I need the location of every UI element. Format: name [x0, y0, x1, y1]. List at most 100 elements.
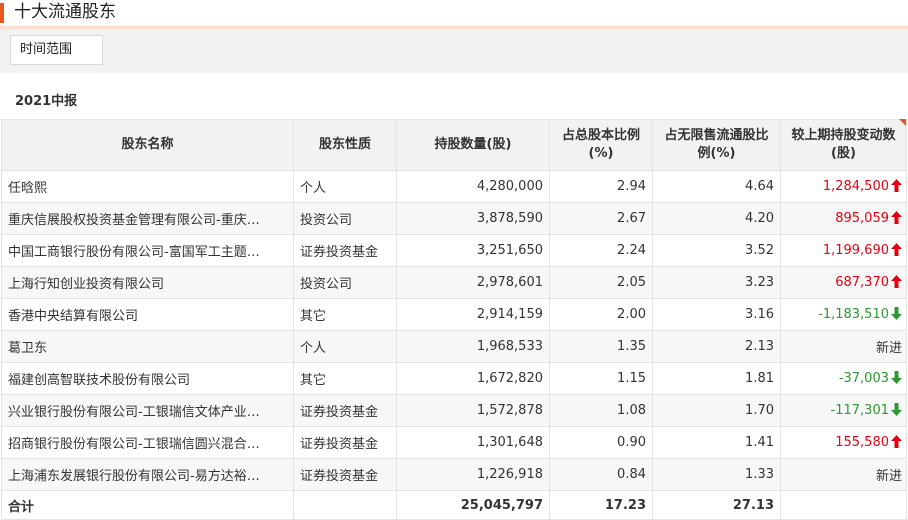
time-range-button[interactable]: 时间范围: [10, 35, 103, 65]
shares-held: 2,914,159: [396, 298, 550, 331]
arrow-up-icon: [891, 275, 902, 288]
table-row: 福建创高智联技术股份有限公司 其它 1,672,820 1.15 1.81 -37,003: [1, 362, 907, 395]
change-value: 155,580: [835, 435, 889, 450]
pct-total-shares: 2.05: [549, 266, 653, 299]
shares-held: 2,978,601: [396, 266, 550, 299]
shareholder-name[interactable]: 任晗熙: [1, 170, 294, 203]
pct-float-shares: 1.41: [652, 426, 781, 459]
section-header: 十大流通股东: [0, 0, 908, 26]
shares-held: 1,968,533: [396, 330, 550, 363]
change-cell: 895,059: [780, 202, 907, 235]
total-pct-float: 27.13: [652, 490, 781, 520]
total-shares: 25,045,797: [396, 490, 550, 520]
column-header-type: 股东性质: [293, 119, 397, 171]
title-accent-bar: [0, 3, 4, 23]
shareholder-type: 证券投资基金: [293, 394, 397, 427]
arrow-down-icon: [891, 403, 902, 416]
change-value: -1,183,510: [818, 307, 889, 322]
column-header-pct-total: 占总股本比例(%): [549, 119, 653, 171]
pct-float-shares: 4.64: [652, 170, 781, 203]
column-header-shares: 持股数量(股): [396, 119, 550, 171]
shares-held: 3,251,650: [396, 234, 550, 267]
shares-held: 3,878,590: [396, 202, 550, 235]
change-value: 1,199,690: [822, 243, 889, 258]
total-row: 合计 25,045,797 17.23 27.13: [1, 490, 907, 520]
pct-total-shares: 0.90: [549, 426, 653, 459]
arrow-up-icon: [891, 243, 902, 256]
shareholder-name[interactable]: 上海浦东发展银行股份有限公司-易方达裕…: [1, 458, 294, 491]
pct-total-shares: 2.94: [549, 170, 653, 203]
shareholder-type: 其它: [293, 362, 397, 395]
table-row: 上海浦东发展银行股份有限公司-易方达裕… 证券投资基金 1,226,918 0.84 1…: [1, 458, 907, 491]
shareholder-name[interactable]: 葛卫东: [1, 330, 294, 363]
shareholder-type: 投资公司: [293, 202, 397, 235]
change-value: -117,301: [830, 403, 889, 418]
shareholder-name[interactable]: 香港中央结算有限公司: [1, 298, 294, 331]
shareholder-type: 其它: [293, 298, 397, 331]
table-row: 中国工商银行股份有限公司-富国军工主题… 证券投资基金 3,251,650 2.24 3…: [1, 234, 907, 267]
change-cell: -117,301: [780, 394, 907, 427]
shareholder-type: 个人: [293, 330, 397, 363]
shareholder-type: 证券投资基金: [293, 458, 397, 491]
change-value: 895,059: [835, 211, 889, 226]
pct-float-shares: 1.81: [652, 362, 781, 395]
total-label: 合计: [1, 490, 294, 520]
table-row: 招商银行股份有限公司-工银瑞信圆兴混合… 证券投资基金 1,301,648 0.90 1…: [1, 426, 907, 459]
column-header-name: 股东名称: [1, 119, 294, 171]
table-row: 上海行知创业投资有限公司 投资公司 2,978,601 2.05 3.23 687,370: [1, 266, 907, 299]
change-value: 687,370: [835, 275, 889, 290]
corner-marker: [899, 119, 906, 126]
shares-held: 4,280,000: [396, 170, 550, 203]
shareholder-name[interactable]: 招商银行股份有限公司-工银瑞信圆兴混合…: [1, 426, 294, 459]
change-value: -37,003: [838, 371, 889, 386]
arrow-down-icon: [891, 307, 902, 320]
pct-float-shares: 3.52: [652, 234, 781, 267]
change-cell: 1,284,500: [780, 170, 907, 203]
total-change-empty: [780, 490, 907, 520]
filter-bar: 时间范围: [0, 29, 908, 73]
arrow-up-icon: [891, 211, 902, 224]
pct-total-shares: 0.84: [549, 458, 653, 491]
shares-held: 1,572,878: [396, 394, 550, 427]
total-empty: [293, 490, 397, 520]
shareholder-type: 证券投资基金: [293, 234, 397, 267]
shareholder-name[interactable]: 福建创高智联技术股份有限公司: [1, 362, 294, 395]
pct-float-shares: 2.13: [652, 330, 781, 363]
change-cell: 新进: [780, 330, 907, 363]
change-cell: -1,183,510: [780, 298, 907, 331]
pct-float-shares: 4.20: [652, 202, 781, 235]
report-period-label: 2021中报: [15, 94, 78, 109]
shareholder-name[interactable]: 兴业银行股份有限公司-工银瑞信文体产业…: [1, 394, 294, 427]
shareholders-table: 股东名称 股东性质 持股数量(股) 占总股本比例(%) 占无限售流通股比例(%)…: [1, 119, 907, 520]
total-pct-total: 17.23: [549, 490, 653, 520]
shareholder-type: 证券投资基金: [293, 426, 397, 459]
pct-total-shares: 1.15: [549, 362, 653, 395]
change-cell: 新进: [780, 458, 907, 491]
pct-float-shares: 3.16: [652, 298, 781, 331]
column-header-pct-float: 占无限售流通股比例(%): [652, 119, 781, 171]
change-value: 新进: [875, 469, 902, 484]
pct-total-shares: 2.00: [549, 298, 653, 331]
pct-total-shares: 2.67: [549, 202, 653, 235]
change-value: 1,284,500: [822, 179, 889, 194]
shareholder-type: 投资公司: [293, 266, 397, 299]
column-header-change: 较上期持股变动数(股): [780, 119, 907, 171]
shareholder-name[interactable]: 上海行知创业投资有限公司: [1, 266, 294, 299]
arrow-up-icon: [891, 435, 902, 448]
shares-held: 1,226,918: [396, 458, 550, 491]
shareholder-name[interactable]: 中国工商银行股份有限公司-富国军工主题…: [1, 234, 294, 267]
shares-held: 1,672,820: [396, 362, 550, 395]
shareholder-name[interactable]: 重庆信展股权投资基金管理有限公司-重庆…: [1, 202, 294, 235]
pct-float-shares: 1.33: [652, 458, 781, 491]
change-cell: -37,003: [780, 362, 907, 395]
table-header-row: 股东名称 股东性质 持股数量(股) 占总股本比例(%) 占无限售流通股比例(%)…: [1, 119, 907, 171]
change-value: 新进: [875, 341, 902, 356]
pct-total-shares: 1.08: [549, 394, 653, 427]
table-row: 任晗熙 个人 4,280,000 2.94 4.64 1,284,500: [1, 170, 907, 203]
pct-total-shares: 2.24: [549, 234, 653, 267]
pct-float-shares: 1.70: [652, 394, 781, 427]
pct-total-shares: 1.35: [549, 330, 653, 363]
arrow-up-icon: [891, 179, 902, 192]
table-row: 葛卫东 个人 1,968,533 1.35 2.13 新进: [1, 330, 907, 363]
shares-held: 1,301,648: [396, 426, 550, 459]
